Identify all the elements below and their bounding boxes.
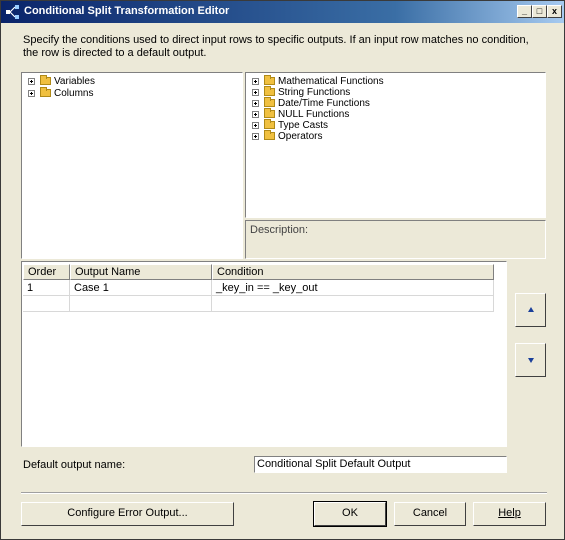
cell-output-name[interactable]: Case 1	[70, 280, 212, 296]
column-header-order[interactable]: Order	[23, 264, 70, 280]
expand-icon[interactable]	[28, 77, 35, 85]
tree-item-label: Mathematical Functions	[278, 76, 384, 87]
ok-button[interactable]: OK	[313, 501, 387, 527]
folder-icon	[264, 108, 275, 119]
close-button[interactable]: x	[547, 5, 562, 18]
cancel-button[interactable]: Cancel	[394, 502, 466, 526]
folder-icon	[264, 86, 275, 97]
folder-icon	[264, 97, 275, 108]
maximize-button[interactable]: □	[532, 5, 547, 18]
arrow-down-icon	[528, 358, 534, 363]
folder-icon	[40, 75, 51, 86]
tree-item-label: Columns	[54, 88, 94, 99]
instructions-text: Specify the conditions used to direct in…	[23, 34, 529, 59]
folder-icon	[40, 87, 51, 98]
cell-output-name[interactable]	[70, 296, 212, 312]
expand-icon[interactable]	[252, 110, 259, 118]
expand-icon[interactable]	[252, 99, 259, 107]
cell-condition[interactable]: _key_in == _key_out	[212, 280, 494, 296]
tree-item-label: Variables	[54, 76, 95, 87]
move-down-button[interactable]	[515, 343, 546, 377]
cell-condition[interactable]	[212, 296, 494, 312]
expand-icon[interactable]	[252, 132, 259, 140]
help-button[interactable]: Help	[473, 502, 546, 526]
tree-item-label: Operators	[278, 131, 323, 142]
tree-item-label: Type Casts	[278, 120, 329, 131]
tree-item-operators[interactable]: Operators	[252, 130, 323, 143]
expand-icon[interactable]	[252, 121, 259, 129]
minimize-button[interactable]: _	[517, 5, 532, 18]
tree-item-label: String Functions	[278, 87, 351, 98]
dialog-window: Conditional Split Transformation Editor …	[0, 0, 565, 540]
tree-item-variables[interactable]: Variables	[28, 75, 95, 88]
move-up-button[interactable]	[515, 293, 546, 327]
title-bar[interactable]: Conditional Split Transformation Editor …	[1, 1, 564, 23]
arrow-up-icon	[528, 307, 534, 312]
tree-item-label: Date/Time Functions	[278, 98, 370, 109]
column-header-output-name[interactable]: Output Name	[70, 264, 212, 280]
expand-icon[interactable]	[252, 88, 259, 96]
tree-item-columns[interactable]: Columns	[28, 87, 94, 100]
variables-columns-tree[interactable]: Variables Columns	[21, 72, 243, 259]
tree-item-label: NULL Functions	[278, 109, 350, 120]
column-header-condition[interactable]: Condition	[212, 264, 494, 280]
conditions-grid[interactable]: Order Output Name Condition 1 Case 1 _ke…	[21, 261, 507, 447]
cell-order[interactable]: 1	[23, 280, 70, 296]
cell-order[interactable]	[23, 296, 70, 312]
default-output-name-field[interactable]: Conditional Split Default Output	[254, 456, 507, 473]
configure-error-output-button[interactable]: Configure Error Output...	[21, 502, 234, 526]
folder-icon	[264, 119, 275, 130]
description-panel: Description:	[245, 220, 546, 259]
conditional-split-icon	[6, 5, 19, 19]
folder-icon	[264, 75, 275, 86]
functions-tree[interactable]: Mathematical Functions String Functions …	[245, 72, 546, 218]
expand-icon[interactable]	[252, 77, 259, 85]
description-label: Description:	[250, 224, 309, 236]
window-title: Conditional Split Transformation Editor	[24, 5, 230, 17]
separator	[21, 492, 547, 494]
default-output-label: Default output name:	[23, 459, 126, 471]
expand-icon[interactable]	[28, 89, 35, 97]
folder-icon	[264, 130, 275, 141]
